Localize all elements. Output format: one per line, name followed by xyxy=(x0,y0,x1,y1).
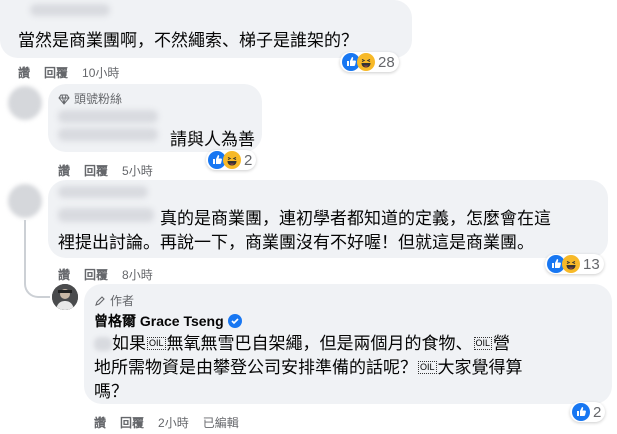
reply-text-line3: 嗎？ xyxy=(94,382,128,401)
reply-button[interactable]: 回覆 xyxy=(84,162,108,179)
diamond-icon xyxy=(58,94,70,105)
emoji-box: OIL xyxy=(473,337,493,350)
timestamp[interactable]: 5小時 xyxy=(122,162,153,179)
badge-label: 作者 xyxy=(110,294,135,308)
reply-thread-line xyxy=(24,220,50,298)
comment-actions-2: 讚 回覆 5小時 xyxy=(58,162,167,179)
redacted-text xyxy=(94,337,112,351)
reply-text-line2: 地所需物資是由攀登公司安排準備的話呢？ OIL 大家覺得算 xyxy=(94,355,523,380)
author-badge: 作者 xyxy=(94,292,134,309)
timestamp[interactable]: 2小時 xyxy=(158,414,189,431)
haha-icon xyxy=(562,255,580,273)
comment-text-3-line2: 裡提出討論。再說一下，商業團沒有不好喔！但就這是商業團。 xyxy=(58,233,534,252)
comment-text-2: 請與人為善 xyxy=(170,130,255,149)
reply-button[interactable]: 回覆 xyxy=(120,414,144,431)
reaction-count: 28 xyxy=(378,53,395,71)
badge-label: 頭號粉絲 xyxy=(74,92,123,106)
haha-icon xyxy=(357,53,375,71)
like-button[interactable]: 讚 xyxy=(58,162,70,179)
avatar[interactable] xyxy=(8,86,42,120)
like-icon xyxy=(572,403,590,421)
reactions-summary-2[interactable]: 2 xyxy=(206,150,257,170)
redacted-name xyxy=(58,208,154,222)
like-button[interactable]: 讚 xyxy=(18,64,30,81)
reply-text-line1: 如果 OIL 無氧無雪巴自架繩，但是兩個月的食物、 OIL 營 xyxy=(94,331,510,356)
reply-text-part: 如果 xyxy=(112,334,146,353)
reactions-summary-1[interactable]: 28 xyxy=(340,52,399,72)
reactions-summary-reply[interactable]: 2 xyxy=(570,402,606,422)
reaction-count: 2 xyxy=(593,403,602,421)
avatar[interactable] xyxy=(8,184,42,218)
reply-text-part: 無氧無雪巴自架繩，但是兩個月的食物、 xyxy=(166,334,473,353)
comment-actions-1: 讚 回覆 10小時 xyxy=(18,64,133,81)
author-photo xyxy=(52,284,78,310)
reactions-summary-3[interactable]: 13 xyxy=(545,254,604,274)
verified-icon xyxy=(227,314,242,328)
edited-label[interactable]: 已編輯 xyxy=(203,414,239,431)
pen-icon xyxy=(95,295,105,306)
reply-button[interactable]: 回覆 xyxy=(44,64,68,81)
comment-actions-3: 讚 回覆 8小時 xyxy=(58,266,167,283)
reaction-count: 2 xyxy=(244,151,253,169)
redacted-name xyxy=(30,4,110,16)
timestamp[interactable]: 8小時 xyxy=(122,266,153,283)
top-fan-badge: 頭號粉絲 xyxy=(58,90,122,107)
redacted-name xyxy=(58,186,148,198)
timestamp[interactable]: 10小時 xyxy=(82,64,119,81)
reply-button[interactable]: 回覆 xyxy=(84,266,108,283)
redacted-name xyxy=(58,110,158,123)
author-avatar[interactable] xyxy=(52,284,78,310)
haha-icon xyxy=(223,151,241,169)
reply-text-part: 大家覺得算 xyxy=(437,358,523,377)
emoji-box: OIL xyxy=(147,337,166,350)
emoji-box: OIL xyxy=(418,361,437,374)
reply-actions: 讚 回覆 2小時 已編輯 xyxy=(94,414,253,431)
reply-text-part: 營 xyxy=(493,334,511,353)
author-name[interactable]: 曾格爾 Grace Tseng xyxy=(94,311,242,331)
redacted-name xyxy=(58,128,158,141)
comment-text-3-line1: 真的是商業團，連初學者都知道的定義，怎麼會在這 xyxy=(160,209,551,228)
author-name-text: 曾格爾 Grace Tseng xyxy=(94,313,224,329)
reply-text-part: 地所需物資是由攀登公司安排準備的話呢？ xyxy=(94,358,417,377)
like-button[interactable]: 讚 xyxy=(94,414,106,431)
like-button[interactable]: 讚 xyxy=(58,266,70,283)
comment-text-1: 當然是商業團啊，不然繩索、梯子是誰架的？ xyxy=(18,31,358,50)
reaction-count: 13 xyxy=(583,255,600,273)
